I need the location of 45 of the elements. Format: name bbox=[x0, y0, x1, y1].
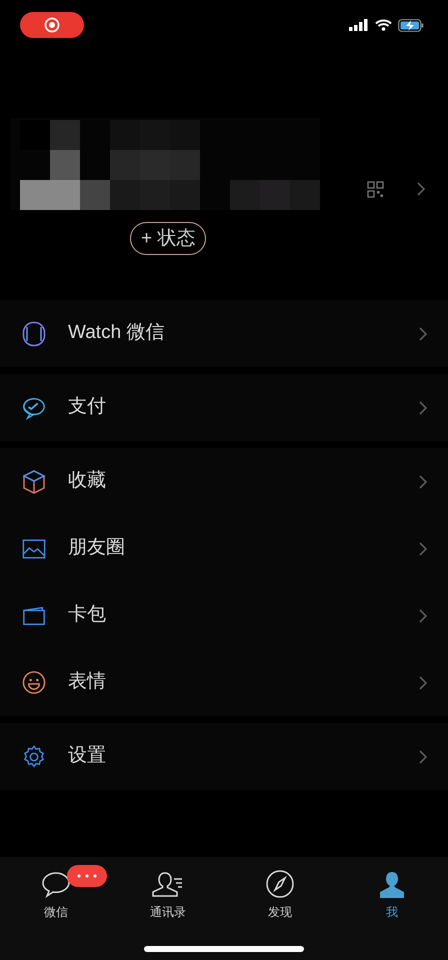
wifi-icon bbox=[375, 19, 392, 31]
chevron-icon bbox=[418, 608, 428, 624]
settings-icon bbox=[22, 744, 46, 770]
chevron-icon bbox=[418, 474, 428, 490]
chat-bubble-icon bbox=[41, 871, 71, 899]
chevron-icon bbox=[418, 748, 428, 764]
chevron-icon bbox=[416, 181, 426, 197]
chevron-icon bbox=[418, 540, 428, 556]
tab[interactable]: 通讯录 bbox=[112, 869, 224, 925]
status-button[interactable]: + 状态 bbox=[130, 222, 206, 255]
chat-check-icon bbox=[22, 396, 46, 420]
menu-item[interactable]: Watch 微信 bbox=[0, 300, 448, 367]
menu-item[interactable]: 卡包 bbox=[0, 582, 448, 649]
tab[interactable]: 微信 bbox=[0, 869, 112, 925]
menu-item[interactable]: 收藏 bbox=[0, 448, 448, 515]
cube-icon bbox=[22, 468, 46, 494]
recording-indicator[interactable] bbox=[20, 12, 84, 38]
menu-item-label: 朋友圈 bbox=[68, 536, 126, 560]
more-badge-icon bbox=[67, 865, 107, 887]
qr-code-icon[interactable] bbox=[367, 180, 384, 198]
menu-item[interactable]: 表情 bbox=[0, 649, 448, 716]
wallet-icon bbox=[22, 604, 46, 626]
tab[interactable]: 发现 bbox=[224, 869, 336, 925]
watch-icon bbox=[22, 320, 46, 346]
menu-item[interactable]: 支付 bbox=[0, 374, 448, 441]
menu-item-label: 表情 bbox=[68, 670, 107, 694]
menu-item[interactable]: 设置 bbox=[0, 723, 448, 790]
menu-item-label: 收藏 bbox=[68, 469, 107, 494]
signal-icon bbox=[349, 19, 369, 31]
chevron-icon bbox=[418, 400, 428, 416]
menu-item-label: Watch 微信 bbox=[68, 321, 166, 346]
chevron-icon bbox=[418, 326, 428, 342]
tab[interactable]: 我 bbox=[336, 869, 448, 925]
menu-item-label: 卡包 bbox=[68, 603, 107, 628]
menu-item-label: 设置 bbox=[68, 744, 107, 768]
menu-item[interactable]: 朋友圈 bbox=[0, 515, 448, 582]
record-icon bbox=[44, 17, 60, 33]
person-icon bbox=[378, 871, 406, 899]
chevron-icon bbox=[418, 674, 428, 690]
compass-icon bbox=[265, 869, 295, 899]
contacts-icon bbox=[151, 871, 185, 899]
image-icon bbox=[22, 538, 46, 560]
battery-charging-icon bbox=[398, 18, 424, 32]
menu-item-label: 支付 bbox=[68, 395, 107, 420]
smiley-icon bbox=[22, 670, 46, 695]
